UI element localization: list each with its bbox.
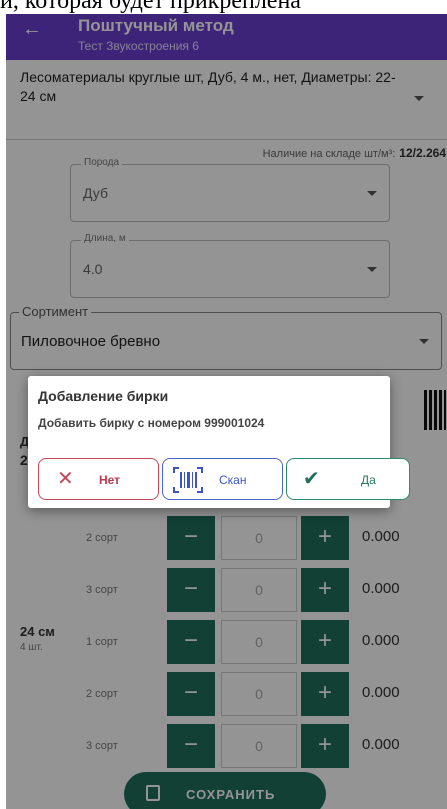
- dialog-title: Добавление бирки: [38, 388, 169, 404]
- close-icon: ✕: [57, 468, 74, 490]
- no-button-label: Нет: [99, 473, 121, 487]
- document-caption: й, которая будет прикреплена: [0, 0, 447, 14]
- scan-button-label: Скан: [219, 473, 247, 487]
- yes-button-label: Да: [361, 473, 376, 487]
- dialog-message: Добавить бирку с номером 999001024: [38, 416, 265, 430]
- scan-button[interactable]: Скан: [162, 458, 283, 500]
- add-tag-dialog: Добавление бирки Добавить бирку с номеро…: [28, 376, 410, 508]
- check-icon: ✔: [303, 468, 320, 490]
- phone-screen: ← Поштучный метод Тест Звукостроения 6 Л…: [6, 14, 447, 809]
- barcode-icon: [173, 467, 203, 493]
- no-button[interactable]: ✕ Нет: [38, 458, 159, 500]
- yes-button[interactable]: ✔ Да: [286, 458, 410, 500]
